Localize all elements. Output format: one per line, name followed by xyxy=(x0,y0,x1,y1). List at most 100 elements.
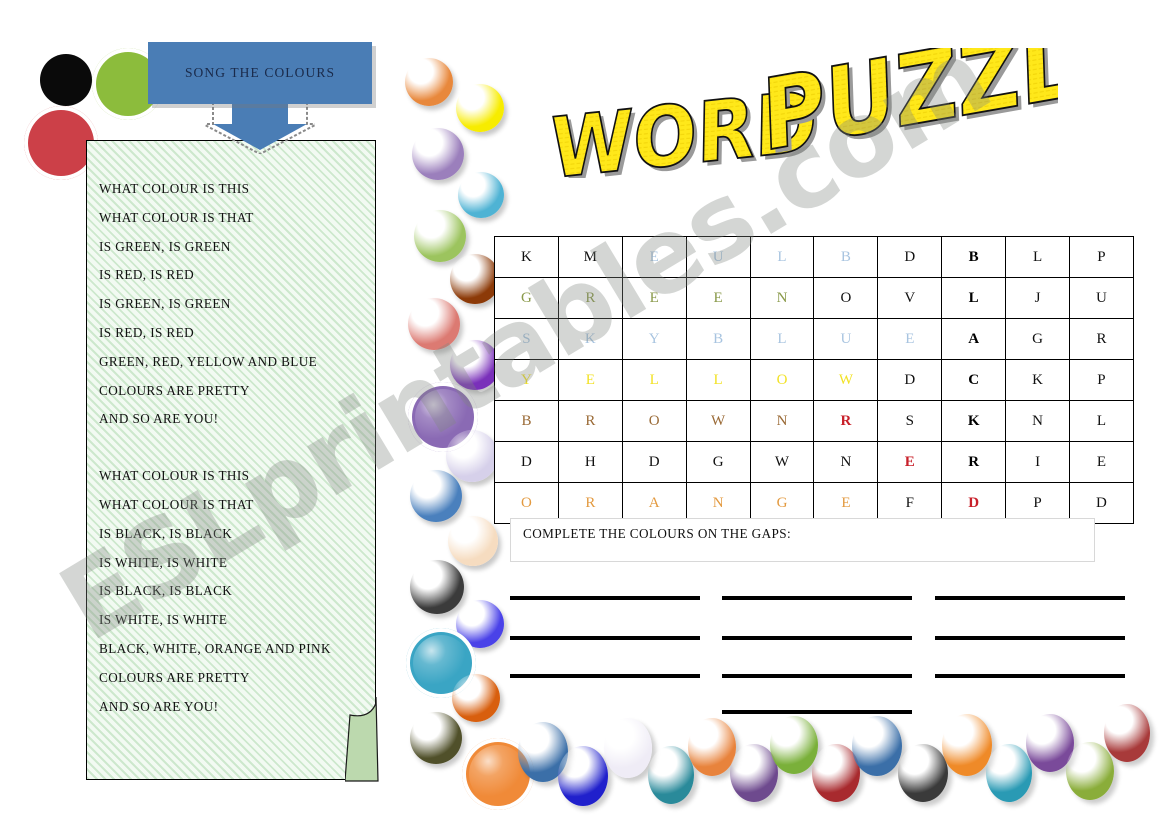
grid-cell[interactable]: O xyxy=(749,359,815,401)
decorative-sphere xyxy=(456,84,504,132)
grid-cell[interactable]: L xyxy=(685,359,751,401)
grid-cell[interactable]: K xyxy=(494,236,559,278)
grid-cell[interactable]: L xyxy=(749,318,815,360)
grid-cell[interactable]: G xyxy=(494,277,559,319)
grid-cell[interactable]: N xyxy=(749,400,815,442)
answer-line[interactable] xyxy=(510,674,700,678)
grid-row: GREENOVLJU xyxy=(494,277,1134,319)
grid-cell[interactable]: L xyxy=(941,277,1007,319)
grid-cell[interactable]: W xyxy=(813,359,879,401)
word-search-grid[interactable]: KMEULBDBLPGREENOVLJUSKYBLUEAGRYELLOWDCKP… xyxy=(494,236,1134,524)
answer-line[interactable] xyxy=(722,636,912,640)
decorative-sphere xyxy=(770,716,818,774)
decorative-sphere xyxy=(1066,742,1114,800)
grid-row: YELLOWDCKP xyxy=(494,359,1134,401)
grid-cell[interactable]: C xyxy=(941,359,1007,401)
grid-cell[interactable]: B xyxy=(813,236,879,278)
grid-cell[interactable]: G xyxy=(1005,318,1071,360)
grid-cell[interactable]: E xyxy=(557,359,623,401)
answer-line[interactable] xyxy=(722,674,912,678)
grid-cell[interactable]: P xyxy=(1069,236,1134,278)
decorative-sphere xyxy=(408,298,460,350)
grid-cell[interactable]: I xyxy=(1005,441,1071,483)
grid-cell[interactable]: Y xyxy=(494,359,559,401)
grid-cell[interactable]: D xyxy=(877,236,943,278)
grid-cell[interactable]: L xyxy=(1005,236,1071,278)
decorative-sphere xyxy=(558,746,608,806)
decorative-sphere xyxy=(414,210,466,262)
grid-cell[interactable]: K xyxy=(557,318,623,360)
title-word2: PUZZLE xyxy=(760,48,1058,174)
lyric-line: BLACK, WHITE, ORANGE AND PINK xyxy=(99,640,331,656)
grid-cell[interactable]: K xyxy=(941,400,1007,442)
grid-cell[interactable]: J xyxy=(1005,277,1071,319)
lyric-line: WHAT COLOUR IS THIS xyxy=(99,468,250,484)
grid-cell[interactable]: D xyxy=(494,441,559,483)
grid-cell[interactable]: S xyxy=(494,318,559,360)
grid-cell[interactable]: V xyxy=(877,277,943,319)
song-lyrics-text: WHAT COLOUR IS THIS WHAT COLOUR IS THAT IS… xyxy=(99,175,367,721)
grid-cell[interactable]: W xyxy=(749,441,815,483)
answer-line[interactable] xyxy=(510,596,700,600)
lyric-line: WHAT COLOUR IS THAT xyxy=(99,209,254,225)
grid-cell[interactable]: N xyxy=(813,441,879,483)
grid-cell[interactable]: D xyxy=(621,441,687,483)
grid-cell[interactable]: U xyxy=(813,318,879,360)
lyric-line: IS GREEN, IS GREEN xyxy=(99,296,231,312)
grid-cell[interactable]: O xyxy=(813,277,879,319)
decorative-sphere xyxy=(405,58,453,106)
grid-cell[interactable]: E xyxy=(685,277,751,319)
grid-cell[interactable]: N xyxy=(749,277,815,319)
grid-cell[interactable]: S xyxy=(877,400,943,442)
lyric-line: IS RED, IS RED xyxy=(99,324,194,340)
grid-cell[interactable]: R xyxy=(813,400,879,442)
grid-cell[interactable]: R xyxy=(557,277,623,319)
decorative-sphere xyxy=(410,470,462,522)
answer-line[interactable] xyxy=(935,596,1125,600)
grid-cell[interactable]: L xyxy=(1069,400,1134,442)
answer-line[interactable] xyxy=(722,596,912,600)
grid-cell[interactable]: R xyxy=(1069,318,1134,360)
song-banner-title: SONG THE COLOURS xyxy=(184,65,336,80)
grid-cell[interactable]: E xyxy=(877,441,943,483)
answer-line[interactable] xyxy=(722,710,912,714)
grid-cell[interactable]: B xyxy=(494,400,559,442)
grid-cell[interactable]: E xyxy=(621,277,687,319)
decorative-sphere xyxy=(942,714,992,776)
grid-cell[interactable]: O xyxy=(621,400,687,442)
lyric-line: IS GREEN, IS GREEN xyxy=(99,238,231,254)
grid-cell[interactable]: R xyxy=(557,400,623,442)
grid-cell[interactable]: K xyxy=(1005,359,1071,401)
song-banner: SONG THE COLOURS xyxy=(148,42,372,104)
lyric-line: WHAT COLOUR IS THAT xyxy=(99,496,254,512)
grid-cell[interactable]: H xyxy=(557,441,623,483)
grid-cell[interactable]: L xyxy=(621,359,687,401)
grid-cell[interactable]: N xyxy=(1005,400,1071,442)
decorative-sphere xyxy=(450,340,500,390)
grid-cell[interactable]: U xyxy=(1069,277,1134,319)
grid-cell[interactable]: E xyxy=(1069,441,1134,483)
grid-cell[interactable]: E xyxy=(621,236,687,278)
grid-cell[interactable]: D xyxy=(877,359,943,401)
decorative-sphere xyxy=(1104,704,1150,762)
grid-cell[interactable]: B xyxy=(685,318,751,360)
answer-line[interactable] xyxy=(935,674,1125,678)
grid-cell[interactable]: L xyxy=(749,236,815,278)
lyric-line: IS WHITE, IS WHITE xyxy=(99,612,228,628)
grid-cell[interactable]: M xyxy=(557,236,623,278)
grid-cell[interactable]: W xyxy=(685,400,751,442)
grid-cell[interactable]: P xyxy=(1069,359,1134,401)
grid-cell[interactable]: A xyxy=(941,318,1007,360)
grid-cell[interactable]: Y xyxy=(621,318,687,360)
decorative-sphere xyxy=(448,516,498,566)
decorative-sphere xyxy=(410,560,464,614)
grid-cell[interactable]: B xyxy=(941,236,1007,278)
answer-line[interactable] xyxy=(510,636,700,640)
answer-line[interactable] xyxy=(935,636,1125,640)
decorative-sphere xyxy=(852,716,902,776)
grid-cell[interactable]: E xyxy=(877,318,943,360)
grid-cell[interactable]: R xyxy=(941,441,1007,483)
grid-cell[interactable]: U xyxy=(685,236,751,278)
grid-cell[interactable]: G xyxy=(685,441,751,483)
decorative-sphere xyxy=(446,430,498,482)
